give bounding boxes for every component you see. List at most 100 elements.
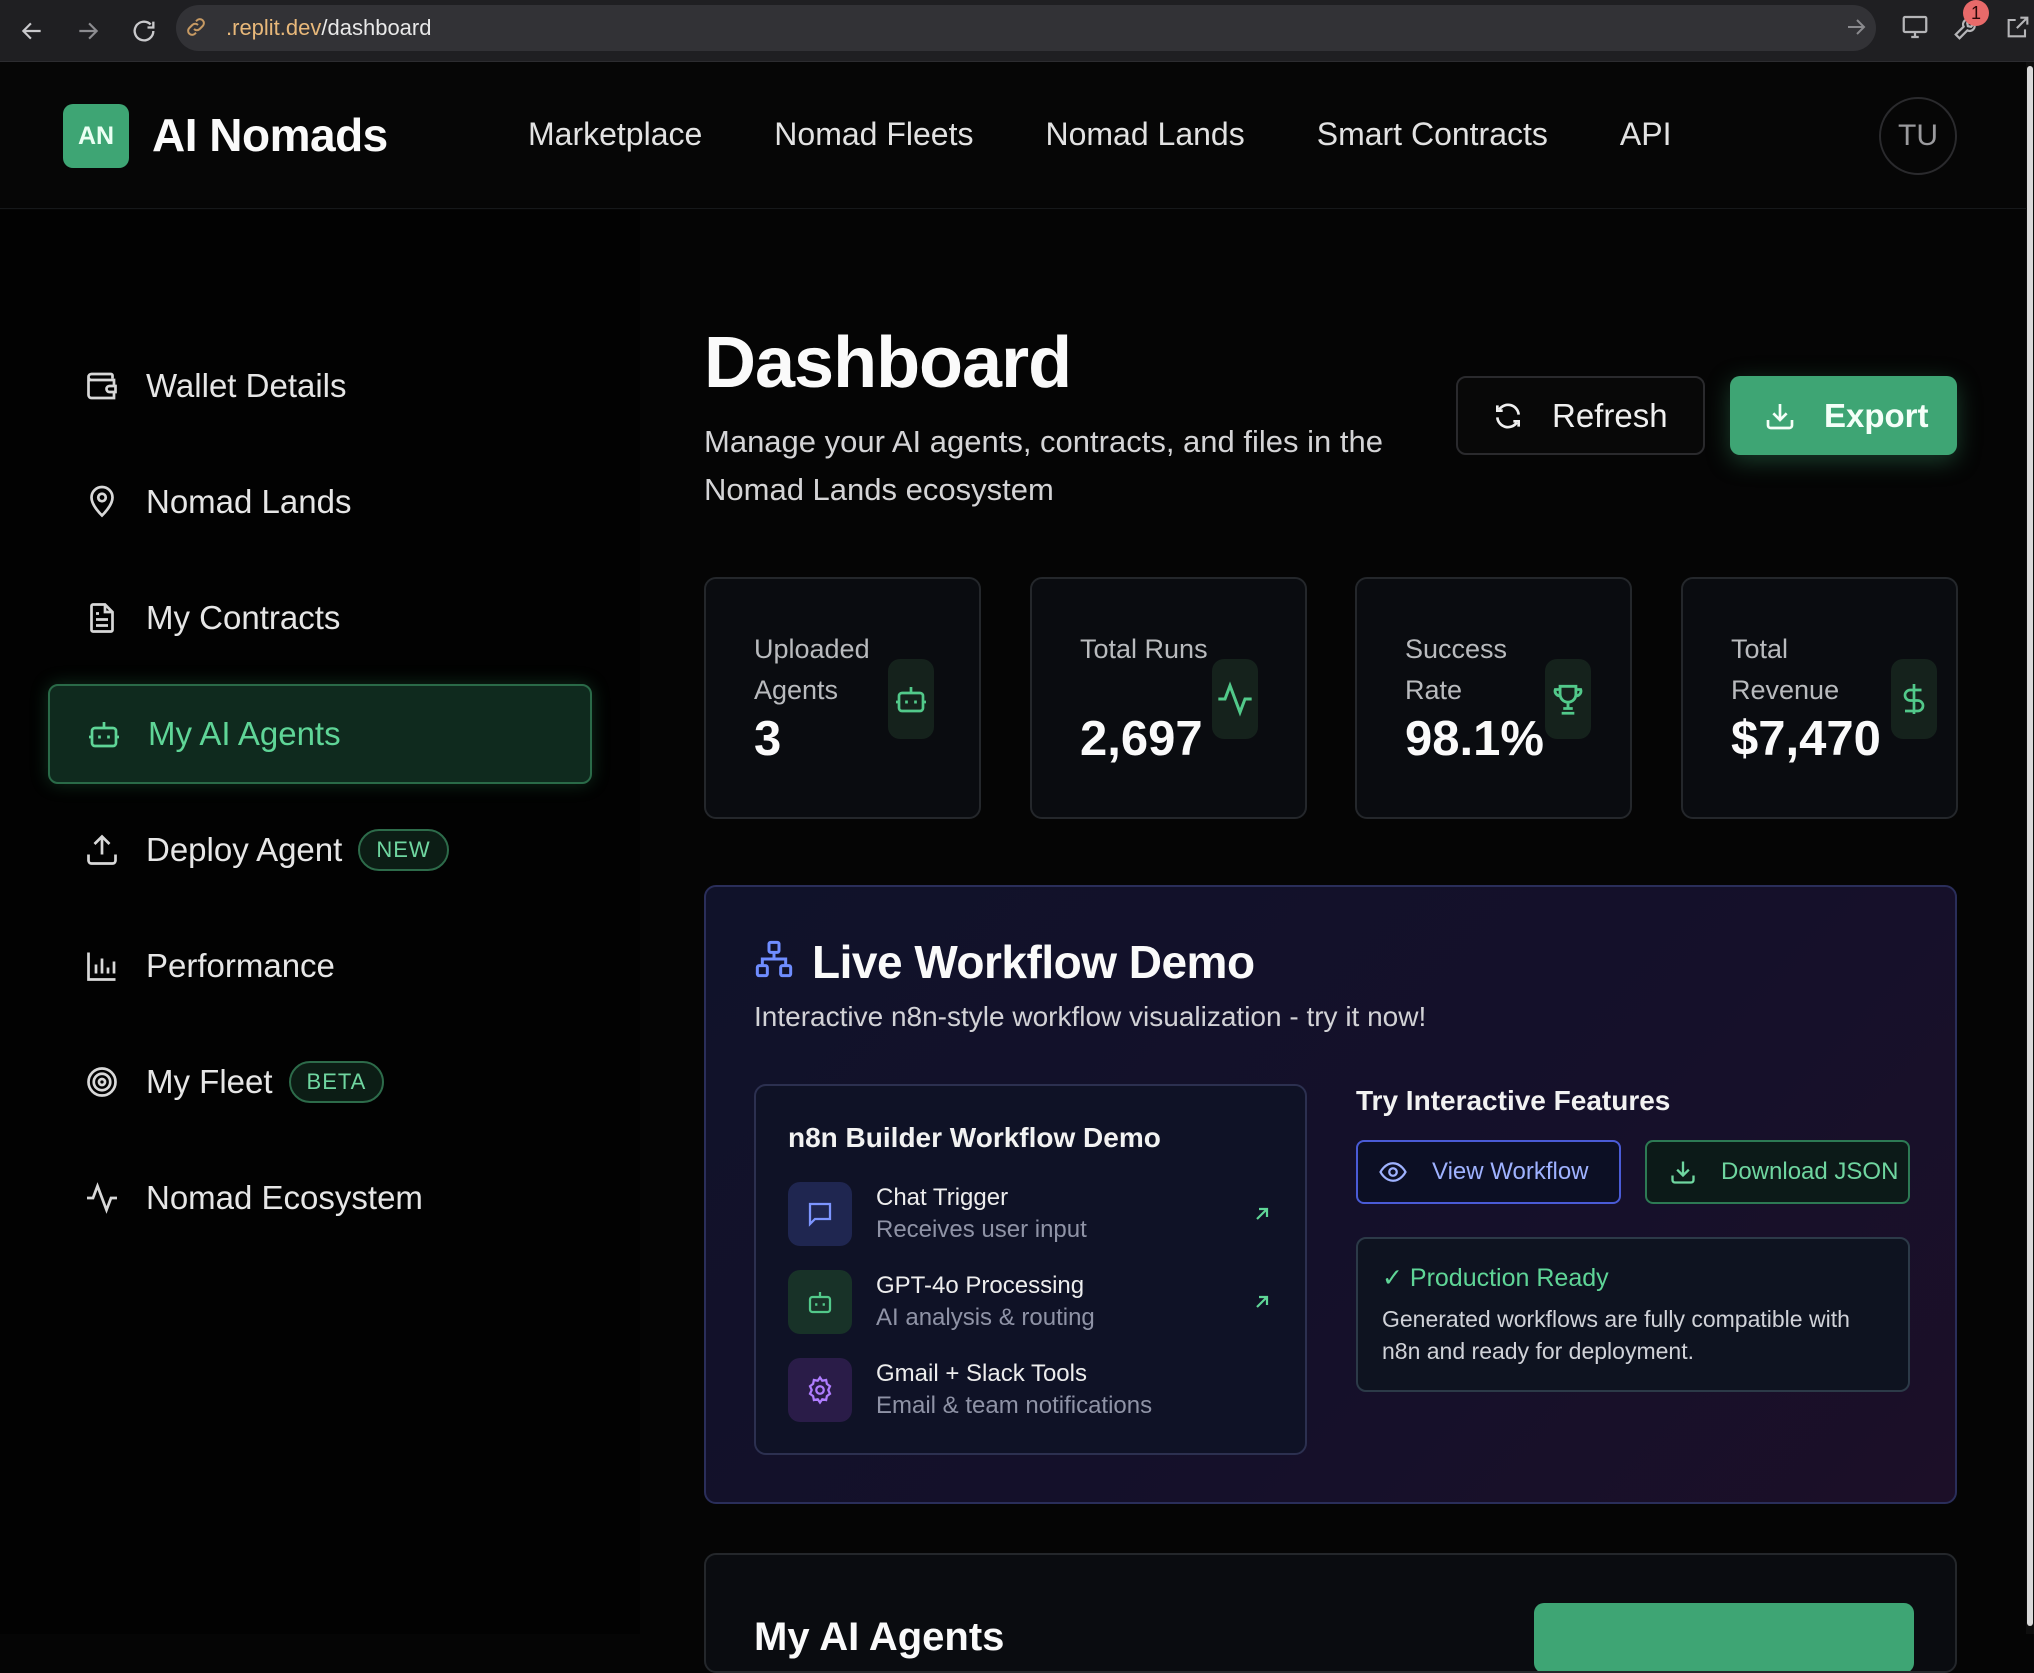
activity-icon [1212, 659, 1258, 739]
top-navigation: Marketplace Nomad Fleets Nomad Lands Sma… [528, 116, 1743, 153]
app-header: AN AI Nomads Marketplace Nomad Fleets No… [0, 62, 2026, 209]
production-ready-notice: ✓ Production Ready Generated workflows a… [1356, 1237, 1910, 1392]
back-button[interactable] [14, 13, 50, 49]
activity-icon [82, 1178, 122, 1218]
demo-subtitle: Interactive n8n-style workflow visualiza… [754, 1001, 1427, 1032]
my-agents-card: My AI Agents [704, 1553, 1957, 1673]
upload-icon [82, 830, 122, 870]
workflow-step[interactable]: Gmail + Slack Tools Email & team notific… [788, 1358, 1278, 1424]
sidebar-item-my-contracts[interactable]: My Contracts [48, 568, 592, 668]
sidebar-item-nomad-lands[interactable]: Nomad Lands [48, 452, 592, 552]
workflow-step[interactable]: GPT-4o Processing AI analysis & routing [788, 1270, 1278, 1336]
sidebar-item-wallet-details[interactable]: Wallet Details [48, 336, 592, 436]
workflow-panel: n8n Builder Workflow Demo Chat Trigger R… [754, 1084, 1307, 1455]
workflow-step[interactable]: Chat Trigger Receives user input [788, 1182, 1278, 1248]
stat-value: 2,697 [1080, 712, 1203, 766]
sidebar-item-label: Nomad Lands [146, 483, 352, 520]
download-json-button[interactable]: Download JSON [1645, 1140, 1910, 1204]
page-subtitle: Manage your AI agents, contracts, and fi… [704, 424, 1383, 507]
sidebar-item-label: Nomad Ecosystem [146, 1179, 423, 1216]
stat-label: Total Runs [1080, 634, 1208, 664]
step-name: Chat Trigger [876, 1184, 1009, 1211]
stat-value: $7,470 [1731, 712, 1881, 766]
notification-badge: 1 [1963, 0, 1989, 26]
trophy-icon [1545, 659, 1591, 739]
view-workflow-button[interactable]: View Workflow [1356, 1140, 1621, 1204]
section-title: My AI Agents [754, 1615, 1005, 1659]
reload-button[interactable] [126, 13, 162, 49]
browser-toolbar: .replit.dev/dashboard 1 [0, 0, 2034, 62]
arrow-up-right-icon[interactable] [1250, 1202, 1274, 1226]
arrow-up-right-icon[interactable] [1250, 1290, 1274, 1314]
sidebar: Wallet Details Nomad Lands My Contracts … [0, 210, 640, 1634]
wallet-icon [82, 366, 122, 406]
bar-chart-icon [82, 946, 122, 986]
map-pin-icon [82, 482, 122, 522]
demo-title: Live Workflow Demo [812, 936, 1255, 988]
workflow-demo-card: Live Workflow Demo Interactive n8n-style… [704, 885, 1957, 1504]
sidebar-item-my-ai-agents[interactable]: My AI Agents [48, 684, 592, 784]
step-name: Gmail + Slack Tools [876, 1360, 1087, 1387]
download-icon [1764, 400, 1796, 432]
scrollbar-thumb[interactable] [2027, 66, 2033, 1626]
forward-button[interactable] [70, 13, 106, 49]
refresh-label: Refresh [1552, 396, 1668, 434]
nav-api[interactable]: API [1620, 116, 1672, 153]
nav-smart-contracts[interactable]: Smart Contracts [1317, 116, 1548, 153]
stat-label: Total Revenue [1731, 634, 1840, 705]
stat-card-uploaded-agents: Uploaded Agents 3 [704, 577, 981, 819]
eye-icon [1378, 1157, 1408, 1187]
download-icon [1669, 1158, 1697, 1186]
sidebar-item-performance[interactable]: Performance [48, 916, 592, 1016]
sidebar-item-label: My Fleet [146, 1063, 273, 1100]
dollar-icon [1891, 659, 1937, 739]
stat-card-total-revenue: Total Revenue $7,470 [1681, 577, 1958, 819]
sidebar-item-label: Wallet Details [146, 367, 347, 404]
bot-icon [84, 714, 124, 754]
url-path: /dashboard [321, 15, 432, 40]
sidebar-item-my-fleet[interactable]: My Fleet BETA [48, 1032, 592, 1132]
stat-card-total-runs: Total Runs 2,697 [1030, 577, 1307, 819]
nav-nomad-lands[interactable]: Nomad Lands [1045, 116, 1244, 153]
stat-label: Success Rate [1405, 634, 1508, 705]
agents-action-button[interactable] [1534, 1603, 1914, 1671]
nav-nomad-fleets[interactable]: Nomad Fleets [774, 116, 973, 153]
step-description: Receives user input [876, 1216, 1087, 1243]
step-description: Email & team notifications [876, 1392, 1153, 1419]
address-bar[interactable]: .replit.dev/dashboard [176, 5, 1876, 51]
monitor-icon[interactable] [1900, 12, 1930, 42]
network-icon [754, 939, 794, 979]
beta-badge: BETA [288, 1061, 385, 1103]
app-name[interactable]: AI Nomads [152, 108, 388, 162]
new-badge: NEW [358, 829, 449, 871]
sidebar-item-label: Deploy Agent [146, 831, 343, 868]
step-description: AI analysis & routing [876, 1304, 1095, 1331]
chat-icon [788, 1182, 852, 1246]
stat-value: 98.1% [1405, 712, 1544, 766]
stat-card-success-rate: Success Rate 98.1% [1355, 577, 1632, 819]
export-label: Export [1824, 396, 1929, 434]
avatar[interactable]: TU [1879, 97, 1957, 175]
sidebar-item-nomad-ecosystem[interactable]: Nomad Ecosystem [48, 1148, 592, 1248]
sidebar-item-label: My AI Agents [148, 715, 341, 752]
go-arrow-icon[interactable] [1844, 15, 1868, 39]
gear-icon [788, 1358, 852, 1422]
try-features-title: Try Interactive Features [1356, 1085, 1671, 1116]
download-json-label: Download JSON [1721, 1158, 1899, 1185]
workflow-title: n8n Builder Workflow Demo [788, 1122, 1161, 1153]
target-icon [82, 1062, 122, 1102]
export-button[interactable]: Export [1730, 376, 1957, 455]
sidebar-item-deploy-agent[interactable]: Deploy Agent NEW [48, 800, 592, 900]
bot-icon [788, 1270, 852, 1334]
bot-icon [888, 659, 934, 739]
refresh-icon [1492, 400, 1524, 432]
logo-badge[interactable]: AN [63, 104, 129, 168]
stat-label: Uploaded Agents [754, 634, 870, 705]
page-title: Dashboard [704, 323, 1072, 403]
document-icon [82, 598, 122, 638]
step-name: GPT-4o Processing [876, 1272, 1085, 1299]
url-host: .replit.dev [226, 15, 322, 40]
nav-marketplace[interactable]: Marketplace [528, 116, 702, 153]
external-window-icon[interactable] [2004, 12, 2032, 42]
refresh-button[interactable]: Refresh [1456, 376, 1705, 455]
